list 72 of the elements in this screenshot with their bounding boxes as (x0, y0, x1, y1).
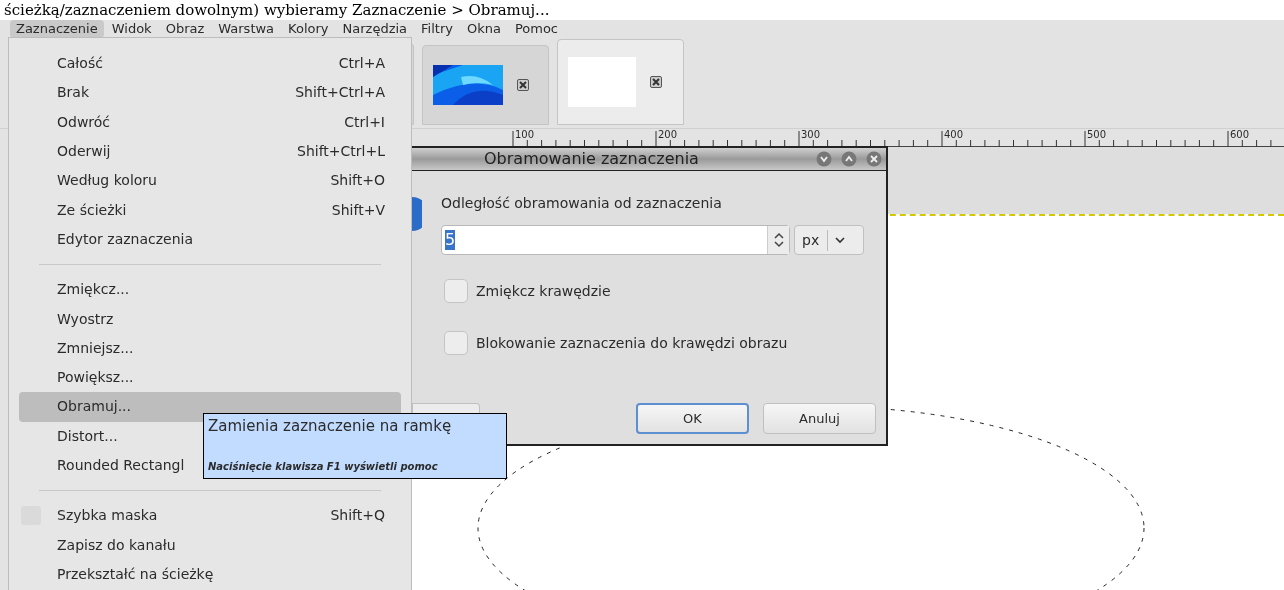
menu-bar-item[interactable]: Zaznaczenie (10, 20, 104, 38)
menu-bar-item[interactable]: Kolory (282, 20, 335, 38)
shortcut-text: Shift+V (331, 200, 385, 220)
ruler-label: 200 (658, 129, 678, 141)
close-icon[interactable] (650, 76, 662, 88)
dialog-button[interactable]: Anuluj (763, 403, 876, 434)
unit-dropdown[interactable]: px (794, 225, 864, 255)
checkbox-label: Zmiękcz krawędzie (476, 281, 611, 301)
shortcut-text: Shift+Q (330, 506, 385, 526)
menu-item-label: Według koloru (57, 171, 157, 191)
menu-item-label: Oderwij (57, 142, 111, 162)
menu-item-label: Wyostrz (57, 309, 114, 329)
menu-item[interactable]: Zmniejsz... (19, 333, 401, 363)
menu-item-label: Edytor zaznaczenia (57, 229, 193, 249)
field-label: Odległość obramowania od zaznaczenia (441, 194, 723, 213)
ruler-label: 400 (944, 129, 964, 141)
checkbox-label: Blokowanie zaznaczenia do krawędzi obrazu (476, 333, 788, 353)
shortcut-text: Shift+Ctrl+L (297, 142, 385, 162)
menu-bar-item[interactable]: Warstwa (212, 20, 281, 38)
menu-item-label: Ze ścieżki (57, 200, 127, 220)
menu-bar-item[interactable]: Narzędzia (336, 20, 414, 38)
menu-item-label: Brak (57, 83, 90, 103)
menu-item[interactable]: Oderwij Shift+Ctrl+L (19, 136, 401, 167)
menu-item[interactable]: Odwróć Ctrl+I (19, 107, 401, 137)
menu-item[interactable]: Przekształć na ścieżkę (19, 559, 401, 590)
menu-item[interactable]: Zapisz do kanału (19, 530, 401, 560)
menu-item[interactable]: Całość Ctrl+A (19, 49, 401, 79)
checkbox[interactable] (444, 331, 468, 355)
menu-bar-item[interactable]: Pomoc (508, 20, 564, 38)
close-icon[interactable] (866, 151, 882, 167)
menu-bar-item[interactable]: Filtry (415, 20, 459, 38)
menu-item[interactable]: Według koloru Shift+O (19, 166, 401, 196)
menu-bar-item[interactable]: Obraz (159, 20, 211, 38)
shortcut-text: Ctrl+A (338, 54, 385, 74)
ruler-label: 500 (1087, 129, 1107, 141)
window-title: Obramowanie zaznaczenia (484, 148, 699, 170)
menu-item-label: Obramuj... (57, 397, 131, 417)
caret-icon (835, 236, 846, 244)
unit-text: px (802, 229, 829, 251)
menu-item[interactable]: Wyostrz (19, 304, 401, 334)
ruler-label: 100 (515, 129, 535, 141)
close-icon[interactable] (517, 79, 529, 91)
image-tab[interactable] (422, 45, 549, 125)
menu-item-label: Zapisz do kanału (57, 535, 176, 555)
ruler-label: 300 (801, 129, 821, 141)
menu-item[interactable]: Szybka maska Shift+Q (19, 501, 401, 531)
menu-item[interactable]: Ze ścieżki Shift+V (19, 195, 401, 225)
dialog-button[interactable]: OK (636, 403, 749, 434)
menu-item-label: Zmiękcz... (57, 280, 130, 300)
spin-arrows-icon[interactable] (767, 226, 789, 254)
maximize-icon[interactable] (841, 151, 857, 167)
shortcut-text: Shift+Ctrl+A (295, 83, 385, 103)
ruler-label: 600 (1230, 129, 1250, 141)
shortcut-text: Shift+O (330, 171, 385, 191)
number-field[interactable]: 5 (441, 225, 790, 255)
menu-item-label: Całość (57, 54, 103, 74)
menu-item-label: Przekształć na ścieżkę (57, 564, 214, 584)
menu-item[interactable]: Zmiękcz... (19, 275, 401, 305)
minimize-icon[interactable] (816, 151, 832, 167)
menu-bar-item[interactable]: Okna (460, 20, 507, 38)
menu-item[interactable]: Brak Shift+Ctrl+A (19, 78, 401, 108)
menu-item-label: Powiększ... (57, 368, 134, 388)
shortcut-text: Ctrl+I (344, 112, 385, 132)
menu-item-label: Zmniejsz... (57, 338, 134, 358)
menu-item[interactable]: Powiększ... (19, 362, 401, 393)
menu-item[interactable]: Edytor zaznaczenia (19, 224, 401, 255)
checkbox[interactable] (444, 279, 468, 303)
menu-item-label: Szybka maska (57, 506, 158, 526)
menu-bar-item[interactable]: Widok (105, 20, 158, 38)
menu-item-label: Odwróć (57, 112, 111, 132)
tooltip-hint: Naciśnięcie klawisza F1 wyświetli pomoc (208, 460, 439, 474)
caption-text: ścieżką/zaznaczeniem dowolnym) wybieramy Zaznaczenie > Obramuj... (3, 1, 550, 20)
